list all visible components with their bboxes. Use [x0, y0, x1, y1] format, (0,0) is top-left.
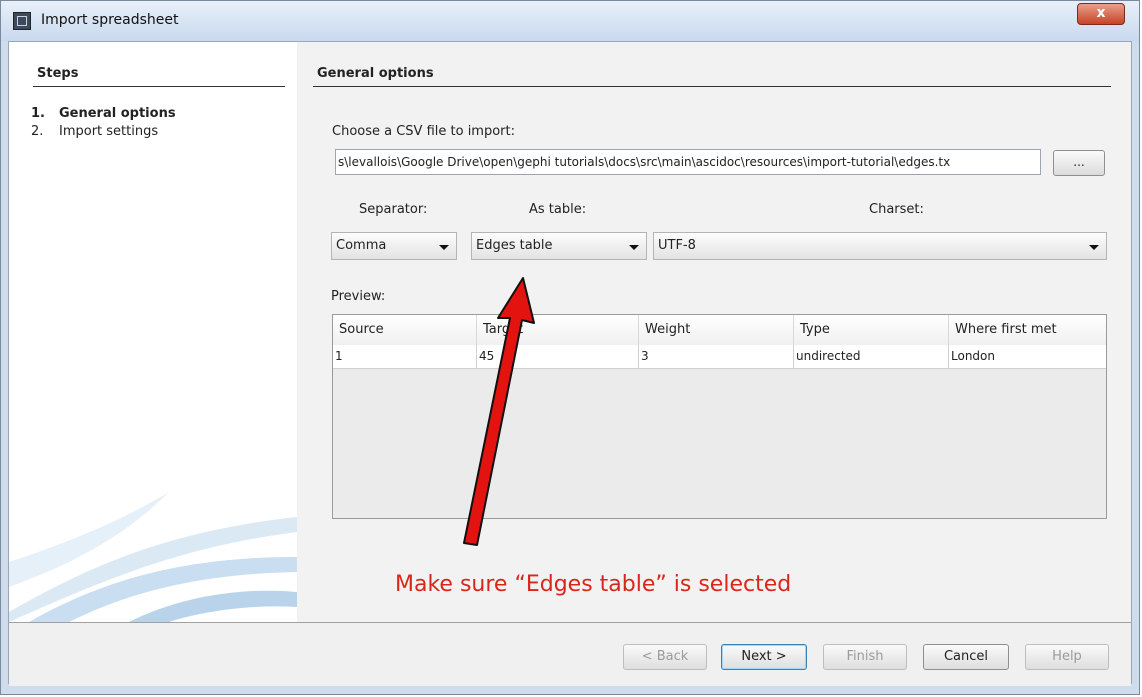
annotation-arrow [463, 277, 535, 546]
